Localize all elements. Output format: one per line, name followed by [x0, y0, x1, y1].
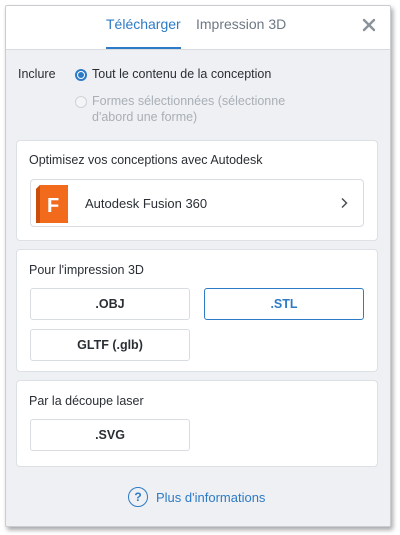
- active-tab-indicator: [106, 47, 181, 49]
- fusion-logo-letter: F: [47, 195, 59, 217]
- laser-card-title: Par la découpe laser: [29, 394, 144, 408]
- radio-selected-shapes[interactable]: [75, 96, 87, 108]
- more-info-label: Plus d'informations: [156, 489, 266, 505]
- print-3d-card-title: Pour l'impression 3D: [29, 263, 144, 277]
- more-info-link[interactable]: ? Plus d'informations: [128, 487, 265, 507]
- radio-all-content[interactable]: [75, 69, 87, 81]
- fusion-360-logo-icon: F: [36, 185, 68, 223]
- radio-all-content-label[interactable]: Tout le contenu de la conception: [92, 66, 271, 82]
- autodesk-card-title: Optimisez vos conceptions avec Autodesk: [29, 153, 263, 167]
- format-gltf-button[interactable]: GLTF (.glb): [30, 329, 190, 361]
- include-label: Inclure: [18, 67, 56, 81]
- radio-selected-shapes-label-line1: Formes sélectionnées (sélectionne: [92, 94, 286, 108]
- format-svg-button[interactable]: .SVG: [30, 419, 190, 451]
- autodesk-card: Optimisez vos conceptions avec Autodesk …: [16, 140, 378, 241]
- chevron-right-icon: [341, 197, 348, 209]
- tab-telecharger[interactable]: Télécharger: [106, 16, 181, 32]
- help-icon: ?: [128, 487, 148, 507]
- fusion-360-button[interactable]: F Autodesk Fusion 360: [30, 179, 364, 227]
- print-3d-card: Pour l'impression 3D .OBJ .STL GLTF (.gl…: [16, 249, 378, 372]
- tab-impression-3d[interactable]: Impression 3D: [196, 16, 286, 32]
- radio-selected-shapes-label-line2: d'abord une forme): [92, 110, 198, 124]
- format-obj-button[interactable]: .OBJ: [30, 288, 190, 320]
- fusion-360-label: Autodesk Fusion 360: [85, 196, 208, 211]
- download-panel: Télécharger Impression 3D Inclure Tout l…: [5, 5, 391, 527]
- close-icon[interactable]: [362, 18, 376, 32]
- laser-card: Par la découpe laser .SVG: [16, 380, 378, 467]
- tab-header: Télécharger Impression 3D: [6, 6, 390, 50]
- format-stl-button[interactable]: .STL: [204, 288, 364, 320]
